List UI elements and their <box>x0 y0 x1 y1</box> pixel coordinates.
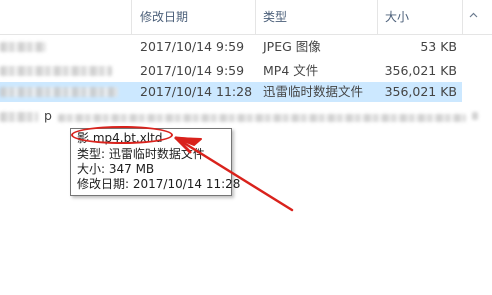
annotation-arrow-icon <box>174 136 294 212</box>
